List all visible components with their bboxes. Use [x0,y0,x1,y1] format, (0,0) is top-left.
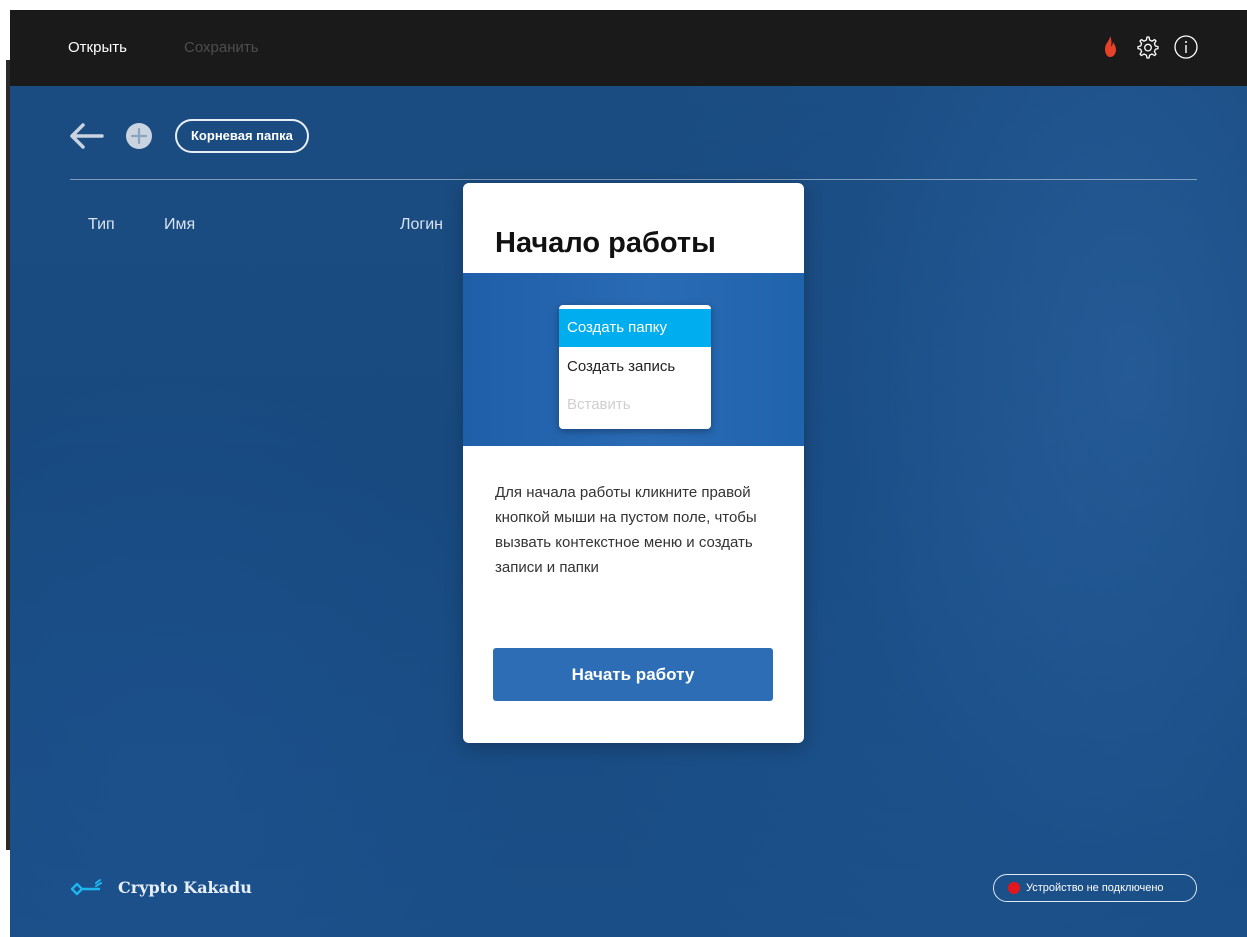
column-header-login[interactable]: Логин [400,215,443,235]
window-left-edge [0,0,10,937]
context-menu-illustration: Создать папку Создать запись Вставить [559,305,711,429]
column-header-type[interactable]: Тип [88,215,115,235]
device-status-text: Устройство не подключено [1026,882,1164,894]
status-indicator-dot [1008,882,1020,894]
menu-save[interactable]: Сохранить [184,38,259,58]
column-header-name[interactable]: Имя [164,215,195,235]
context-menu-item-create-record: Создать запись [567,358,676,375]
app-window: Открыть Сохранить Корневая папка Тип Имя… [10,10,1247,937]
context-menu-item-create-folder: Создать папку [559,309,711,347]
back-arrow-icon[interactable] [68,122,104,150]
gear-icon[interactable] [1134,34,1160,60]
dialog-title: Начало работы [495,227,716,259]
dialog-description: Для начала работы кликните правой кнопко… [495,484,757,576]
info-icon[interactable] [1173,34,1199,60]
fire-icon[interactable] [1097,34,1123,60]
device-status-badge: Устройство не подключено [993,874,1197,902]
dialog-illustration: Создать папку Создать запись Вставить [463,273,804,446]
root-folder-breadcrumb[interactable]: Корневая папка [175,119,309,153]
menu-open[interactable]: Открыть [68,38,127,58]
top-menu-bar: Открыть Сохранить [10,10,1247,86]
getting-started-dialog: Начало работы Создать папку Создать запи… [463,183,804,743]
start-button[interactable]: Начать работу [493,648,773,701]
toolbar-divider [70,179,1197,180]
logo-text: Crypto Kakadu [118,878,252,897]
key-logo-icon [70,879,102,896]
context-menu-item-paste: Вставить [567,396,631,413]
add-icon[interactable] [125,122,153,150]
